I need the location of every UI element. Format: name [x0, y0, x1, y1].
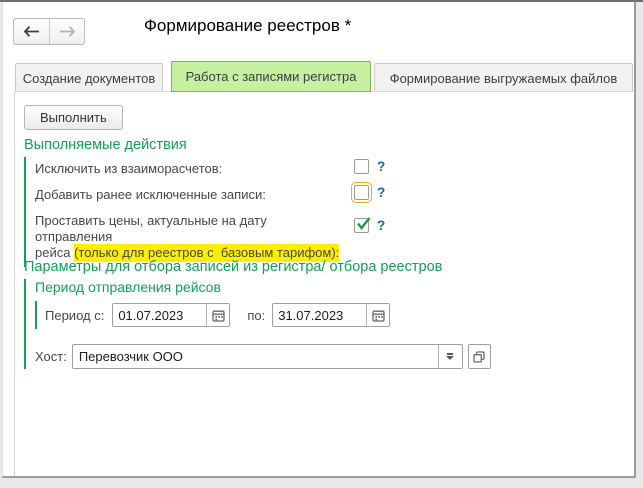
period-row: Период с: по:: [45, 303, 584, 327]
filters-group: Период отправления рейсов Период с: по:: [24, 279, 584, 369]
filters-heading: Параметры для отбора записей из регистра…: [24, 259, 443, 275]
execute-button[interactable]: Выполнить: [24, 105, 123, 130]
host-open-button[interactable]: [467, 344, 491, 369]
add-excluded-controls: ?: [351, 182, 385, 203]
checkmark-icon: [356, 217, 371, 231]
host-input[interactable]: [72, 345, 438, 368]
forward-button[interactable]: [49, 19, 84, 44]
back-arrow-icon: [23, 26, 40, 37]
actions-heading: Выполняемые действия: [24, 137, 187, 153]
exclude-checkbox[interactable]: [354, 159, 369, 174]
period-to-calendar-button[interactable]: [366, 304, 390, 326]
set-prices-controls: ?: [354, 217, 385, 233]
period-from-input[interactable]: [113, 304, 207, 326]
combo-arrow-icon: [446, 356, 455, 360]
forward-arrow-icon: [59, 26, 75, 37]
set-prices-label-line2-prefix: рейса: [35, 245, 75, 260]
period-to-field: [272, 303, 391, 327]
action-row-add-excluded: Добавить ранее исключенные записи: ?: [35, 182, 454, 209]
calendar-icon: [372, 309, 385, 322]
exclude-label: Исключить из взаиморасчетов:: [35, 161, 223, 176]
actions-group: Исключить из взаиморасчетов: ? Добавить …: [24, 157, 454, 267]
add-excluded-checkbox[interactable]: [351, 182, 372, 203]
exclude-help-link[interactable]: ?: [377, 159, 385, 174]
period-to-label: по:: [247, 307, 266, 323]
tab-create-documents[interactable]: Создание документов: [15, 63, 163, 92]
tab-content-panel: Выполнить Выполняемые действия Исключить…: [14, 91, 634, 476]
back-button[interactable]: [14, 19, 49, 44]
calendar-icon: [212, 309, 225, 322]
period-from-label: Период с:: [45, 307, 105, 323]
open-value-icon: [473, 350, 485, 363]
period-group-heading: Период отправления рейсов: [35, 279, 221, 295]
host-label: Хост:: [35, 349, 67, 364]
host-dropdown-button[interactable]: [437, 345, 462, 368]
add-excluded-label: Добавить ранее исключенные записи:: [35, 187, 266, 202]
page-title: Формирование реестров *: [144, 16, 352, 35]
host-row: Хост:: [35, 344, 584, 369]
period-group: Период с: по:: [35, 301, 584, 329]
combo-arrow-icon: [447, 353, 454, 355]
host-field: [71, 344, 463, 369]
exclude-controls: ?: [354, 159, 385, 174]
action-row-exclude: Исключить из взаиморасчетов: ?: [35, 157, 454, 183]
tab-export-files[interactable]: Формирование выгружаемых файлов: [374, 63, 633, 92]
period-to-input[interactable]: [273, 304, 367, 326]
add-excluded-help-link[interactable]: ?: [377, 185, 385, 200]
set-prices-checkbox[interactable]: [354, 217, 371, 233]
set-prices-label: Проставить цены, актуальные на дату отпр…: [35, 213, 347, 262]
history-nav-group: [13, 18, 85, 45]
form-window: Формирование реестров * Создание докумен…: [2, 2, 636, 478]
period-from-calendar-button[interactable]: [206, 304, 230, 326]
tab-register-records[interactable]: Работа с записями регистра: [171, 61, 371, 92]
set-prices-label-line1: Проставить цены, актуальные на дату отпр…: [35, 213, 271, 244]
period-from-field: [112, 303, 231, 327]
set-prices-help-link[interactable]: ?: [377, 218, 385, 233]
